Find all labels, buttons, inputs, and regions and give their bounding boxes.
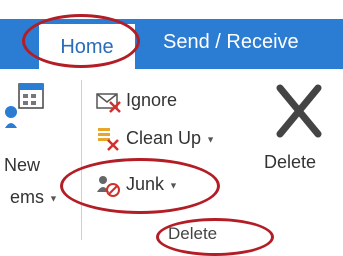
ignore-mail-icon <box>96 93 121 113</box>
tab-send-receive-label: Send / Receive <box>163 31 299 53</box>
tab-send-receive[interactable]: Send / Receive <box>163 31 299 54</box>
new-items-label-line2-text: ems <box>10 187 45 207</box>
chevron-down-icon: ▼ <box>49 193 58 204</box>
cleanup-label: Clean Up ▼ <box>126 128 215 149</box>
delete-button[interactable]: Delete <box>262 80 342 190</box>
new-items-icon <box>5 83 44 128</box>
delete-label: Delete <box>264 152 317 172</box>
cleanup-label-text: Clean Up <box>126 128 202 148</box>
junk-label: Junk ▼ <box>126 174 178 195</box>
chevron-down-icon: ▼ <box>206 134 215 145</box>
ignore-label: Ignore <box>126 90 178 110</box>
junk-label-text: Junk <box>126 174 165 194</box>
cleanup-icon <box>98 128 119 151</box>
new-items-label-line1: New <box>4 155 41 175</box>
cleanup-button[interactable]: Clean Up ▼ <box>96 124 246 154</box>
ribbon-tab-bar: Home Send / Receive <box>0 0 343 70</box>
tab-home[interactable]: Home <box>39 24 135 70</box>
delete-group-label: Delete <box>168 224 218 243</box>
new-items-label-line2: ems ▼ <box>10 187 58 208</box>
group-separator <box>81 80 82 240</box>
new-items-button[interactable]: New ems ▼ <box>0 80 72 210</box>
ignore-button[interactable]: Ignore <box>96 88 206 118</box>
delete-x-icon <box>276 84 322 138</box>
tab-home-label: Home <box>60 35 114 58</box>
chevron-down-icon: ▼ <box>169 180 178 191</box>
junk-button[interactable]: Junk ▼ <box>96 172 206 202</box>
junk-icon <box>97 176 120 197</box>
